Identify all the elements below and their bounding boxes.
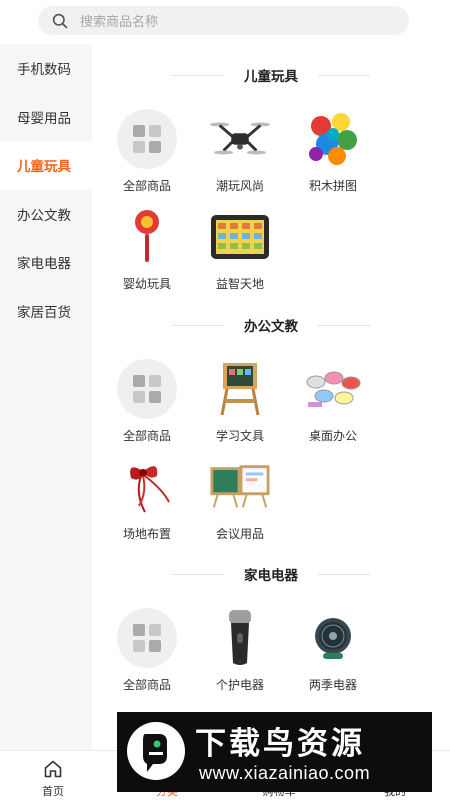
blocks-image: [303, 109, 363, 169]
search-icon: [52, 13, 68, 28]
top-bar: 搜索商品名称: [0, 0, 450, 44]
subcategory-trendy-toys[interactable]: 潮玩风尚: [200, 109, 280, 199]
sidebar-item-maternal-baby[interactable]: 母婴用品: [0, 93, 92, 142]
watermark-title: 下载鸟资源: [195, 726, 365, 761]
section-header: 家电电器: [92, 561, 450, 587]
grid-icon: [117, 359, 177, 419]
drone-image: [210, 109, 270, 169]
section-header: 办公文教: [92, 312, 450, 338]
divider: [318, 325, 370, 326]
subcategory-label: 全部商品: [122, 179, 171, 193]
subcategory-label: 潮玩风尚: [215, 179, 264, 193]
subcategory-seasonal-appliances[interactable]: 两季电器: [293, 608, 373, 698]
watermark-banner: 下载鸟资源 www.xiazainiao.com: [117, 712, 432, 792]
tape-set-image: [303, 359, 363, 419]
subcategory-all-products[interactable]: 全部商品: [107, 359, 187, 449]
divider: [172, 574, 224, 575]
section-title: 家电电器: [244, 568, 298, 583]
sidebar-item-household-goods[interactable]: 家居百货: [0, 287, 92, 336]
section-title: 儿童玩具: [244, 69, 298, 84]
subcategory-label: 会议用品: [215, 527, 264, 541]
tab-label: 首页: [42, 786, 64, 798]
whiteboard-image: [210, 457, 270, 517]
category-sidebar: 手机数码 母婴用品 儿童玩具 办公文教 家电电器 家居百货: [0, 44, 92, 750]
fan-image: [303, 608, 363, 668]
subcategory-all-products[interactable]: 全部商品: [107, 608, 187, 698]
rattle-image: [117, 207, 177, 267]
section-office-education: 办公文教: [92, 312, 450, 338]
search-placeholder: 搜索商品名称: [80, 14, 159, 29]
divider: [172, 75, 224, 76]
subcategory-all-products[interactable]: 全部商品: [107, 109, 187, 199]
grid-icon: [117, 109, 177, 169]
divider: [318, 574, 370, 575]
subcategory-label: 全部商品: [122, 429, 171, 443]
subcategory-label: 场地布置: [122, 527, 171, 541]
tab-home[interactable]: 首页: [3, 751, 103, 800]
section-kids-toys: 儿童玩具: [92, 62, 450, 88]
thumb: [117, 608, 177, 668]
ribbon-image: [117, 457, 177, 517]
sidebar-item-kids-toys[interactable]: 儿童玩具: [0, 141, 92, 190]
learning-pad-image: [210, 207, 270, 267]
watermark-url: www.xiazainiao.com: [199, 763, 371, 783]
sidebar-item-office-education[interactable]: 办公文教: [0, 190, 92, 239]
section-header: 儿童玩具: [92, 62, 450, 88]
subcategory-label: 两季电器: [308, 678, 357, 692]
divider: [318, 75, 370, 76]
bird-logo-icon: [127, 722, 185, 780]
sidebar-item-phones-digital[interactable]: 手机数码: [0, 44, 92, 93]
subcategory-personal-care[interactable]: 个护电器: [200, 608, 280, 698]
subcategory-study-stationery[interactable]: 学习文具: [200, 359, 280, 449]
subcategory-venue-decor[interactable]: 场地布置: [107, 457, 187, 547]
search-input[interactable]: 搜索商品名称: [38, 6, 409, 35]
section-home-appliances: 家电电器: [92, 561, 450, 587]
section-title: 办公文教: [244, 319, 298, 334]
subcategory-label: 桌面办公: [308, 429, 357, 443]
sidebar-item-home-appliances[interactable]: 家电电器: [0, 238, 92, 287]
divider: [172, 325, 224, 326]
category-content: 儿童玩具 全部商品 潮玩风尚 积木拼图 婴幼玩具 益智天地 办公文教 全部商品 …: [92, 44, 450, 750]
subcategory-meeting-supplies[interactable]: 会议用品: [200, 457, 280, 547]
shaver-image: [210, 608, 270, 668]
subcategory-blocks-puzzles[interactable]: 积木拼图: [293, 109, 373, 199]
subcategory-label: 益智天地: [215, 277, 264, 291]
subcategory-label: 积木拼图: [308, 179, 357, 193]
subcategory-label: 学习文具: [215, 429, 264, 443]
subcategory-label: 个护电器: [215, 678, 264, 692]
subcategory-label: 全部商品: [122, 678, 171, 692]
easel-image: [210, 359, 270, 419]
subcategory-label: 婴幼玩具: [122, 277, 171, 291]
subcategory-infant-toys[interactable]: 婴幼玩具: [107, 207, 187, 297]
home-icon: [44, 760, 62, 778]
grid-icon: [117, 608, 177, 668]
subcategory-educational[interactable]: 益智天地: [200, 207, 280, 297]
thumb: [117, 109, 177, 169]
thumb: [117, 359, 177, 419]
subcategory-desk-office[interactable]: 桌面办公: [293, 359, 373, 449]
